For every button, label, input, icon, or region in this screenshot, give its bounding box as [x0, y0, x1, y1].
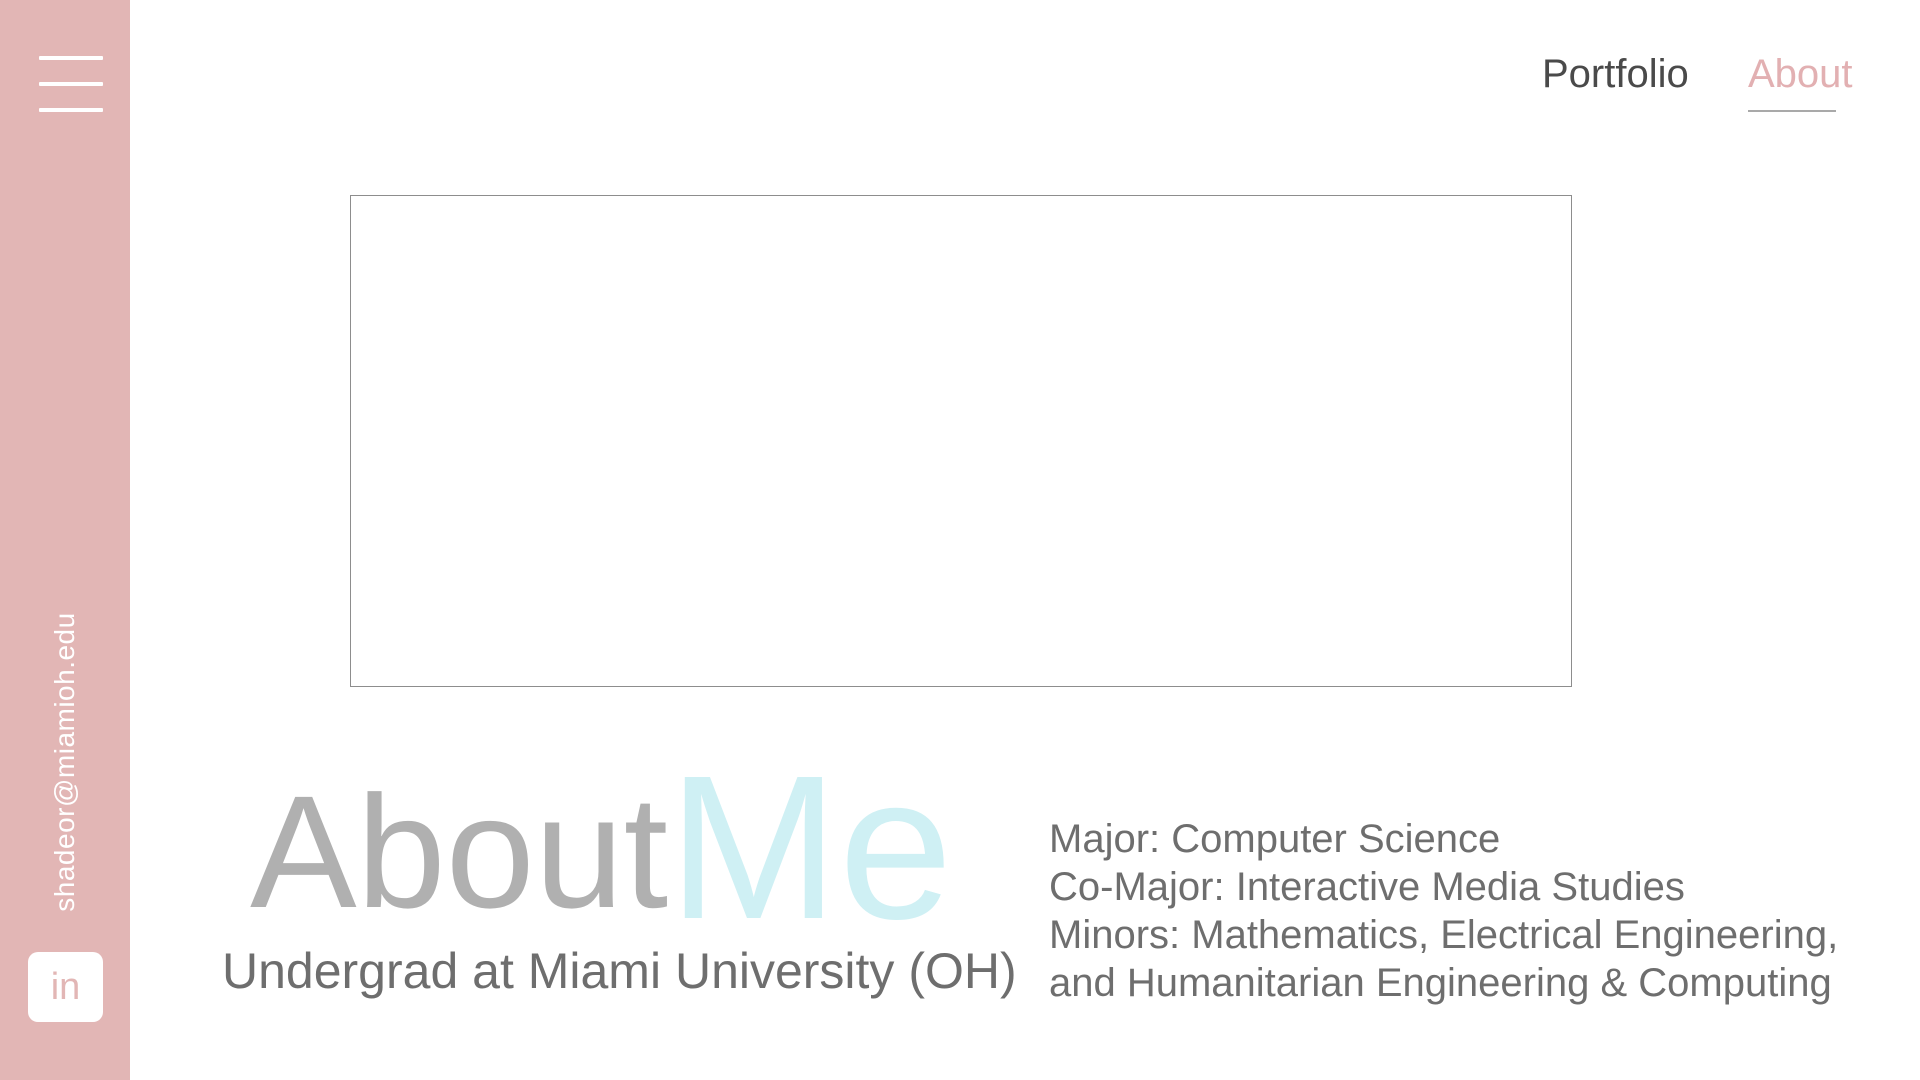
minors-text-line2: and Humanitarian Engineering & Computing: [1049, 961, 1832, 1005]
media-frame: [350, 195, 1572, 687]
subtitle: Undergrad at Miami University (OH): [222, 943, 1017, 999]
heading-about-word: About: [250, 762, 669, 941]
education-details: Major: Computer Science Co-Major: Intera…: [1049, 815, 1838, 1007]
heading-me-word: Me: [668, 733, 953, 962]
menu-bar: [39, 82, 103, 86]
menu-bar: [39, 108, 103, 112]
active-nav-underline: [1748, 110, 1836, 112]
linkedin-button[interactable]: in: [28, 952, 103, 1022]
email-link[interactable]: shadeor@miamioh.edu: [49, 612, 81, 911]
minors-text-line1: Minors: Mathematics, Electrical Engineer…: [1049, 913, 1839, 957]
nav-about-link[interactable]: About: [1748, 52, 1853, 97]
linkedin-icon: in: [50, 966, 81, 1008]
hamburger-menu-icon[interactable]: [39, 56, 103, 112]
page: shadeor@miamioh.edu in Portfolio About A…: [0, 0, 1920, 1080]
nav-portfolio-link[interactable]: Portfolio: [1542, 52, 1689, 97]
co-major-text: Co-Major: Interactive Media Studies: [1049, 865, 1685, 909]
sidebar: shadeor@miamioh.edu in: [0, 0, 130, 1080]
menu-bar: [39, 56, 103, 60]
major-text: Major: Computer Science: [1049, 817, 1501, 861]
